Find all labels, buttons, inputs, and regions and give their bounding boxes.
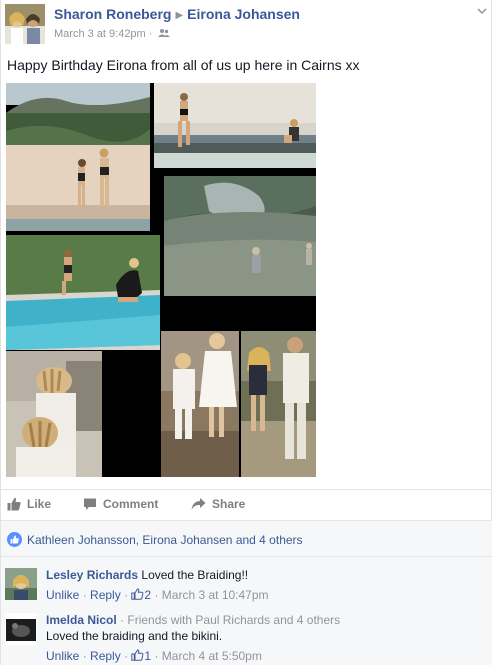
feed-story: Sharon Roneberg ▶ Eirona Johansen March 3 …: [0, 0, 492, 665]
friends-icon[interactable]: [157, 28, 170, 38]
mutual-friends-context[interactable]: Friends with Paul Richards and 4 others: [127, 613, 340, 627]
comment-label: Comment: [103, 497, 159, 511]
thumbs-up-icon: [7, 497, 21, 511]
photo-beach-girls: [6, 83, 150, 231]
likers-link[interactable]: Kathleen Johansson, Eirona Johansen and …: [27, 533, 303, 547]
comment-like-number: 1: [144, 649, 152, 663]
post-timestamp[interactable]: March 3 at 9:42pm: [54, 28, 146, 40]
photo-collage[interactable]: [6, 83, 316, 477]
unlike-link[interactable]: Unlike: [46, 649, 79, 663]
thumbs-up-outline-icon: [131, 588, 144, 600]
photo-girl-man: [241, 331, 316, 477]
photo-pool: [6, 235, 160, 350]
comment-item: Imelda Nicol · Friends with Paul Richard…: [5, 613, 489, 665]
comment-actions: Unlike · Reply · 1 · March 4 at 5:50pm: [46, 649, 262, 663]
comment-text: Loved the braiding and the bikini.: [46, 629, 223, 643]
comments-list: Lesley Richards Loved the Braiding!! Unl…: [1, 557, 492, 665]
photo-girl-water: [154, 83, 316, 168]
unlike-link[interactable]: Unlike: [46, 588, 79, 602]
story-actors: Sharon Roneberg ▶ Eirona Johansen: [54, 6, 300, 22]
story-header: Sharon Roneberg ▶ Eirona Johansen March 3 …: [5, 4, 489, 44]
comment-item: Lesley Richards Loved the Braiding!! Unl…: [5, 568, 489, 612]
post-message: Happy Birthday Eirona from all of us up …: [7, 57, 360, 73]
chevron-down-icon[interactable]: [477, 6, 487, 16]
target-name[interactable]: Eirona Johansen: [187, 6, 300, 22]
photo-kids-white: [161, 331, 239, 477]
author-avatar[interactable]: [5, 4, 45, 44]
action-bar: Like Comment Share: [1, 491, 492, 519]
arrow-right-icon: ▶: [175, 10, 184, 21]
commenter-avatar[interactable]: [5, 613, 37, 645]
share-button[interactable]: Share: [191, 497, 245, 511]
comment-body: Lesley Richards Loved the Braiding!!: [46, 568, 486, 582]
comment-actions: Unlike · Reply · 2 · March 3 at 10:47pm: [46, 588, 269, 602]
comment-icon: [84, 498, 96, 510]
comment-body: Imelda Nicol · Friends with Paul Richard…: [46, 613, 486, 643]
likes-summary: Kathleen Johansson, Eirona Johansen and …: [1, 521, 492, 557]
photo-braids: [6, 351, 102, 477]
comment-like-count[interactable]: 1: [131, 649, 151, 663]
like-button[interactable]: Like: [7, 497, 51, 511]
comment-text: Loved the Braiding!!: [141, 568, 249, 582]
thumbs-up-outline-icon: [131, 649, 144, 661]
divider: [1, 489, 492, 490]
commenter-avatar[interactable]: [5, 568, 37, 600]
comment-timestamp[interactable]: March 4 at 5:50pm: [162, 649, 262, 663]
reply-link[interactable]: Reply: [90, 649, 121, 663]
photo-waterhole: [164, 176, 316, 296]
comment-like-number: 2: [144, 588, 152, 602]
comment-author[interactable]: Imelda Nicol: [46, 613, 117, 627]
comment-button[interactable]: Comment: [83, 497, 158, 511]
like-label: Like: [27, 497, 52, 511]
share-arrow-icon: [191, 498, 206, 510]
like-count-icon: [7, 532, 22, 547]
reply-link[interactable]: Reply: [90, 588, 121, 602]
author-name[interactable]: Sharon Roneberg: [54, 6, 171, 22]
share-label: Share: [212, 497, 246, 511]
comment-like-count[interactable]: 2: [131, 588, 151, 602]
comment-timestamp[interactable]: March 3 at 10:47pm: [162, 588, 269, 602]
story-meta: March 3 at 9:42pm ·: [54, 28, 170, 40]
comment-author[interactable]: Lesley Richards: [46, 568, 138, 582]
